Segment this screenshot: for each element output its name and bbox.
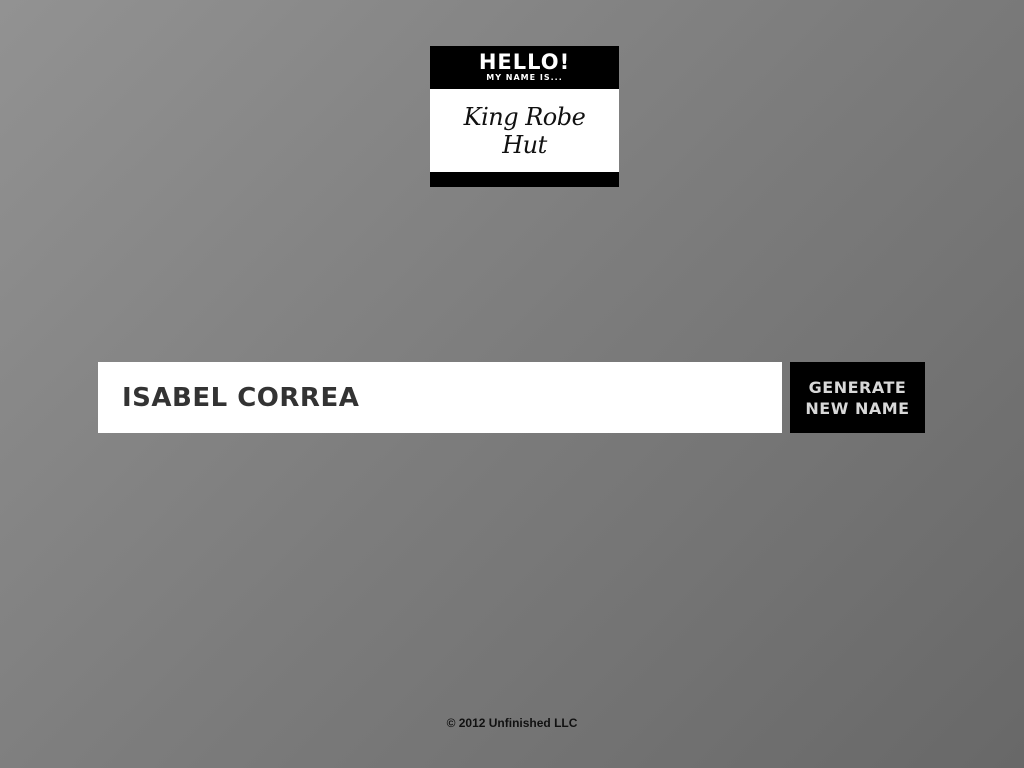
badge-name: King Robe Hut (463, 102, 586, 159)
generate-button-label: GENERATE NEW NAME (805, 377, 910, 418)
badge-name-area: King Robe Hut (430, 89, 619, 172)
badge-hello-text: HELLO! (478, 50, 571, 74)
name-field-value: ISABEL CORREA (122, 382, 360, 413)
footer-copyright: © 2012 Unfinished LLC (446, 716, 578, 730)
name-tag-badge: HELLO! MY NAME IS... King Robe Hut (430, 46, 619, 187)
badge-subtitle: MY NAME IS... (486, 73, 563, 82)
name-input-field[interactable]: ISABEL CORREA (98, 362, 782, 433)
badge-header: HELLO! MY NAME IS... (430, 46, 619, 89)
generate-new-name-button[interactable]: GENERATE NEW NAME (790, 362, 925, 433)
